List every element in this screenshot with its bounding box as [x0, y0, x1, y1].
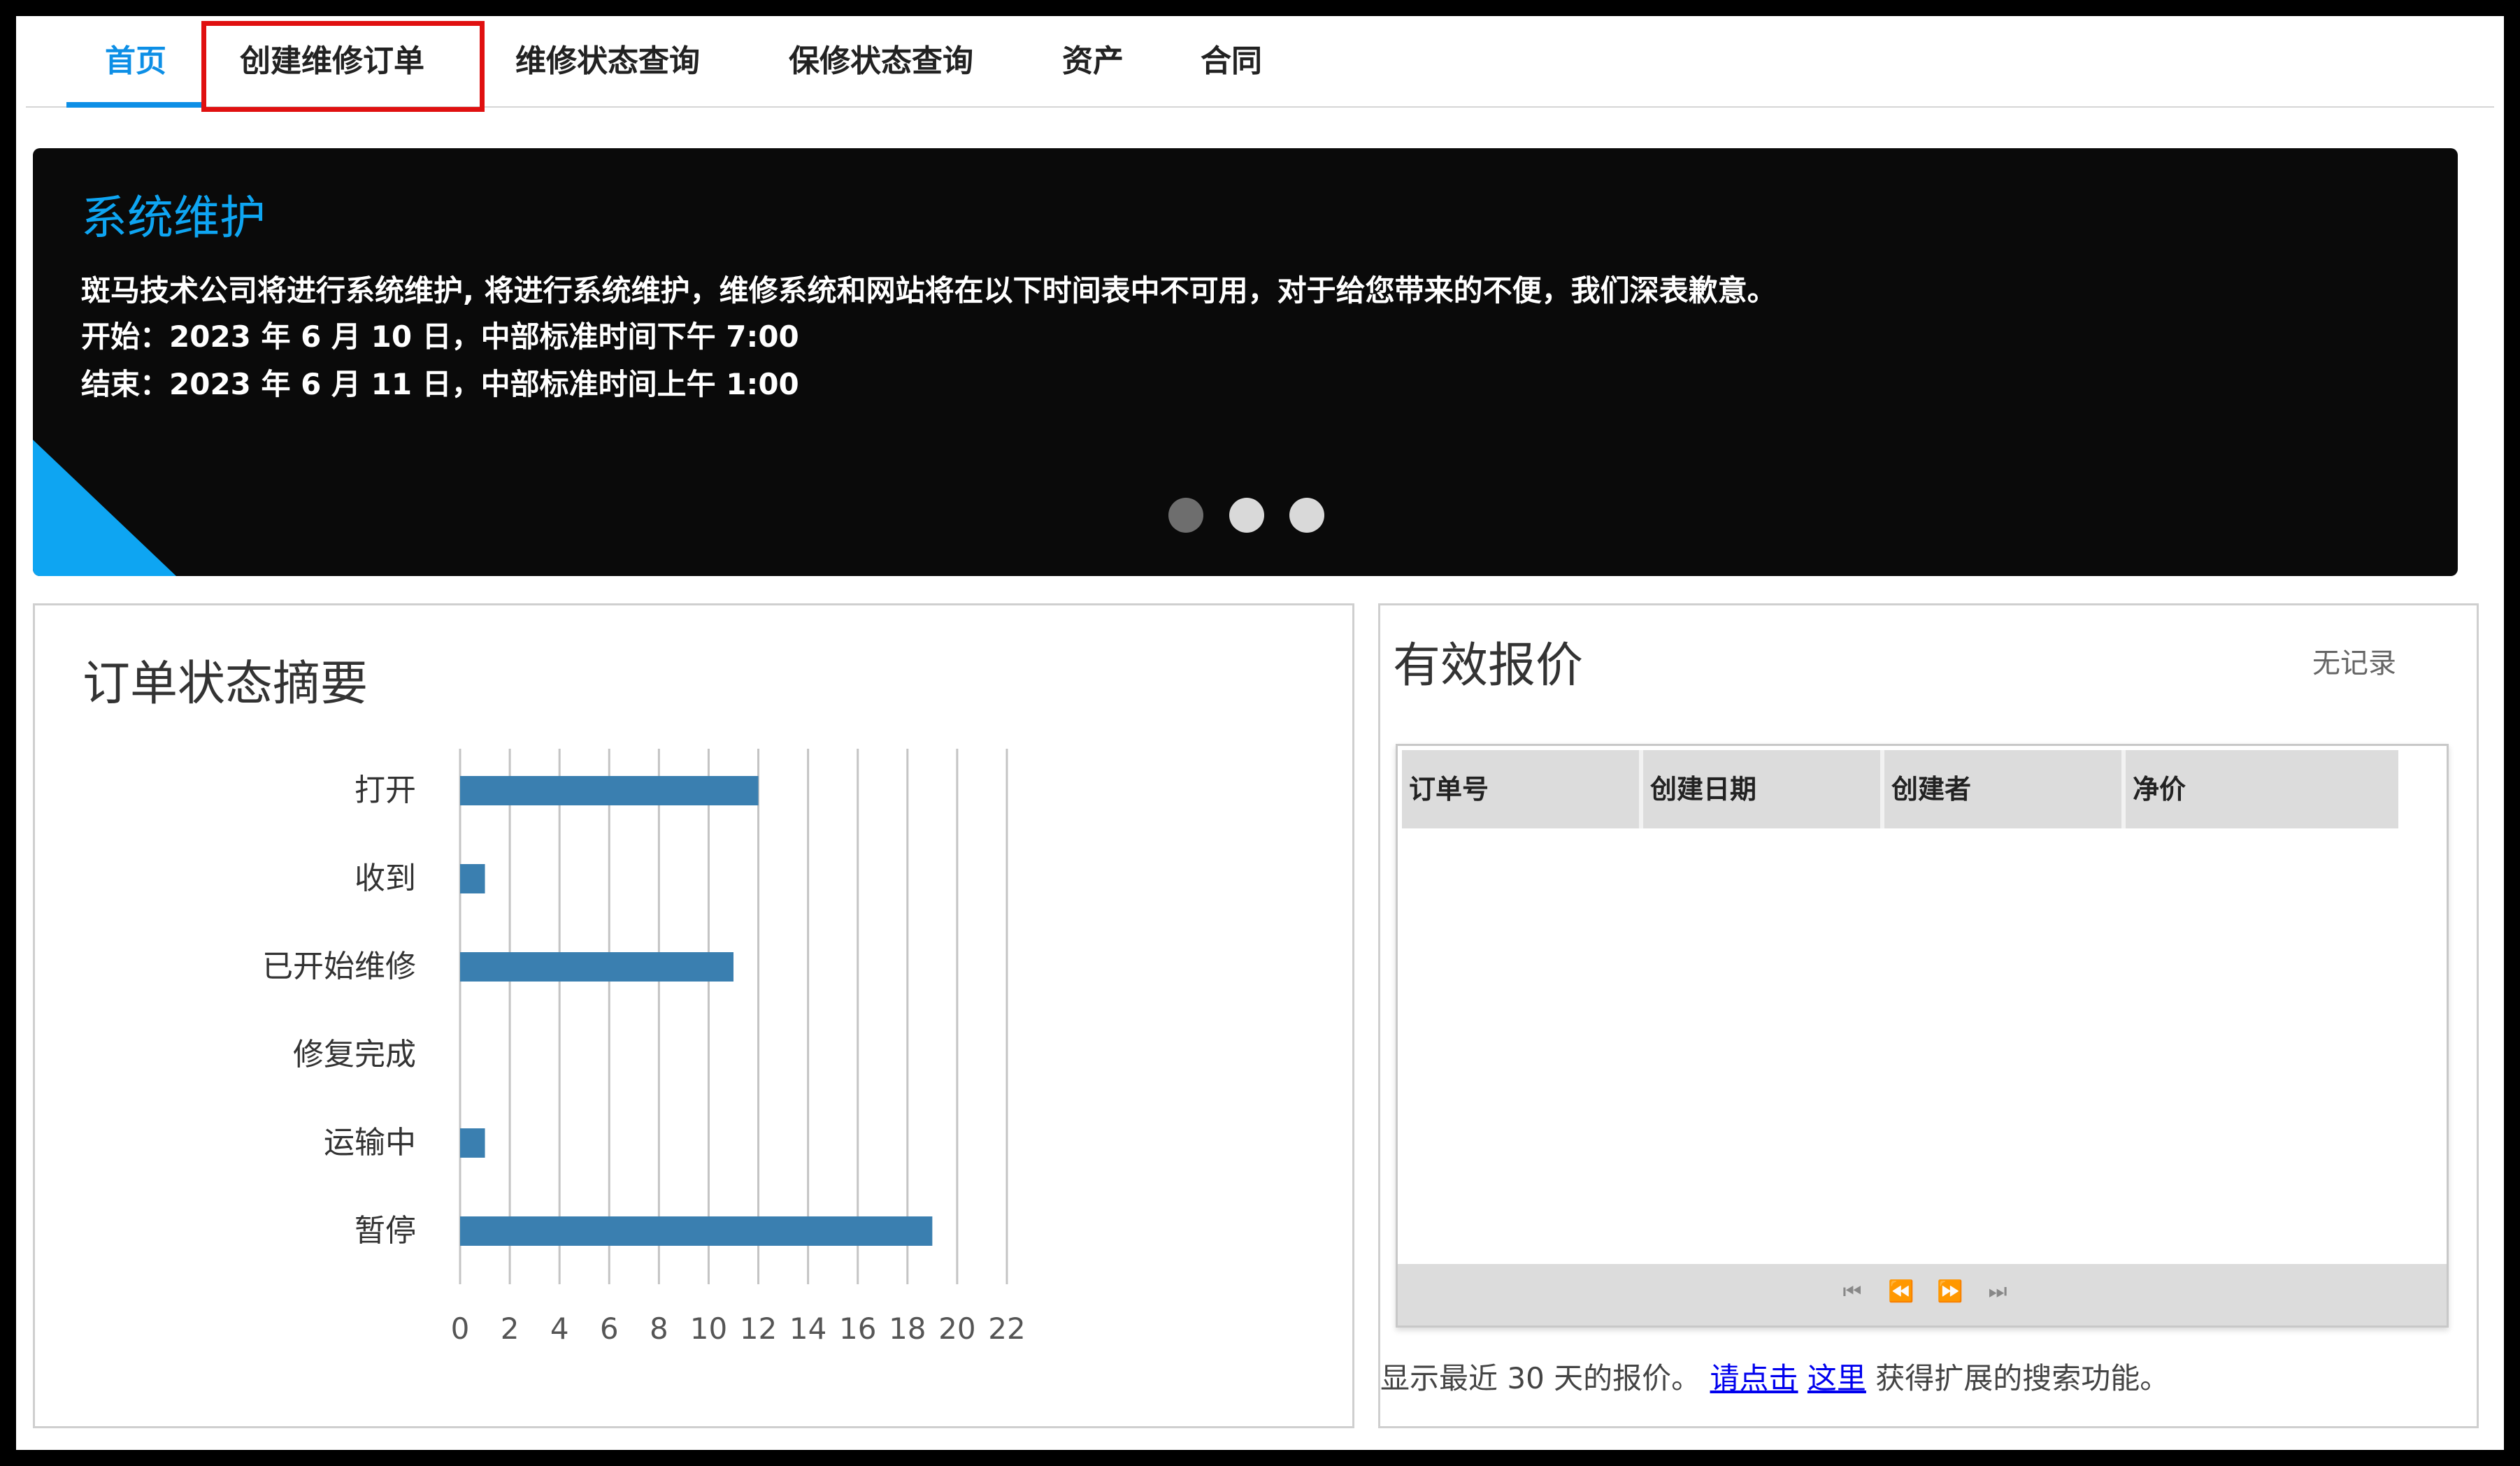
banner-corner-decoration	[33, 440, 176, 576]
app-frame: 首页 创建维修订单 维修状态查询 保修状态查询 资产 合同 系统维护 斑马技术公…	[16, 16, 2504, 1450]
banner-start-time: 开始：2023 年 6 月 10 日，中部标准时间下午 7:00	[81, 319, 799, 354]
x-tick-label: 18	[889, 1312, 926, 1346]
x-tick-label: 10	[690, 1312, 727, 1346]
tab-repair-status[interactable]: 维修状态查询	[515, 22, 700, 108]
x-tick-label: 14	[789, 1312, 826, 1346]
bar[interactable]	[460, 1216, 933, 1246]
order-status-panel: 订单状态摘要 0 2 4 6 8 10 12 14 16 18 20 22 打开 收到 已开始维修 修复完成运…	[33, 603, 1354, 1428]
x-tick-label: 2	[501, 1312, 520, 1346]
category-label: 打开	[355, 772, 416, 808]
bar[interactable]	[460, 776, 759, 805]
carousel-dot-1[interactable]	[1168, 498, 1203, 533]
tab-assets[interactable]: 资产	[1062, 22, 1124, 108]
category-label: 已开始维修	[262, 949, 416, 984]
x-tick-label: 20	[938, 1312, 975, 1346]
x-tick-label: 4	[550, 1312, 569, 1346]
order-status-chart: 0 2 4 6 8 10 12 14 16 18 20 22 打开收到已开始维修修复完成运输中暂停	[262, 749, 1026, 1346]
column-header-order-number[interactable]: 订单号	[1402, 750, 1643, 828]
quotes-table-header: 订单号 创建日期 创建者 净价	[1402, 750, 2400, 828]
quotes-table: 订单号 创建日期 创建者 净价 ⏮ ⏪ ⏩ ⏭	[1396, 744, 2449, 1328]
click-here-link[interactable]: 请点击	[1710, 1361, 1798, 1395]
x-tick-label: 16	[839, 1312, 876, 1346]
next-page-icon[interactable]: ⏩	[1936, 1279, 1964, 1304]
prev-page-icon[interactable]: ⏪	[1887, 1279, 1915, 1304]
bar[interactable]	[460, 1128, 485, 1158]
quotes-note-text: 显示最近 30 天的报价。	[1380, 1361, 1701, 1395]
banner-title: 系统维护	[81, 191, 266, 245]
last-page-icon[interactable]: ⏭	[1984, 1279, 2012, 1304]
category-label: 收到	[355, 861, 416, 896]
x-tick-label: 6	[600, 1312, 619, 1346]
category-label: 暂停	[355, 1213, 416, 1249]
x-tick-label: 12	[740, 1312, 777, 1346]
x-tick-label: 8	[650, 1312, 668, 1346]
carousel-dot-3[interactable]	[1289, 498, 1324, 533]
quotes-table-pager: ⏮ ⏪ ⏩ ⏭	[1398, 1264, 2447, 1325]
column-header-creator[interactable]: 创建者	[1884, 750, 2126, 828]
bar[interactable]	[460, 952, 733, 982]
banner-end-time: 结束：2023 年 6 月 11 日，中部标准时间上午 1:00	[81, 367, 799, 401]
category-label: 修复完成	[293, 1037, 416, 1072]
active-quotes-panel: 有效报价 无记录 订单号 创建日期 创建者 净价 ⏮ ⏪ ⏩ ⏭ 显示最近 30…	[1378, 603, 2479, 1428]
no-records-label: 无记录	[2312, 647, 2396, 680]
quotes-note-suffix: 获得扩展的搜索功能。	[1875, 1361, 2170, 1395]
first-page-icon[interactable]: ⏮	[1838, 1279, 1866, 1304]
banner-message: 斑马技术公司将进行系统维护, 将进行系统维护，维修系统和网站将在以下时间表中不可…	[81, 273, 1777, 308]
tab-warranty-status[interactable]: 保修状态查询	[789, 22, 973, 108]
column-header-created-date[interactable]: 创建日期	[1643, 750, 1884, 828]
highlight-box	[201, 21, 485, 112]
here-link[interactable]: 这里	[1807, 1361, 1866, 1395]
category-label: 运输中	[324, 1125, 416, 1160]
tab-contracts[interactable]: 合同	[1201, 22, 1262, 108]
active-quotes-title: 有效报价	[1393, 638, 1584, 694]
x-tick-label: 22	[988, 1312, 1025, 1346]
quotes-footnote: 显示最近 30 天的报价。 请点击 这里 获得扩展的搜索功能。	[1380, 1355, 2169, 1397]
column-header-net-price[interactable]: 净价	[2126, 750, 2398, 828]
carousel-dot-2[interactable]	[1229, 498, 1264, 533]
maintenance-banner: 系统维护 斑马技术公司将进行系统维护, 将进行系统维护，维修系统和网站将在以下时…	[33, 148, 2458, 576]
bar[interactable]	[460, 864, 485, 893]
tab-home[interactable]: 首页	[66, 22, 205, 108]
x-tick-label: 0	[451, 1312, 470, 1346]
